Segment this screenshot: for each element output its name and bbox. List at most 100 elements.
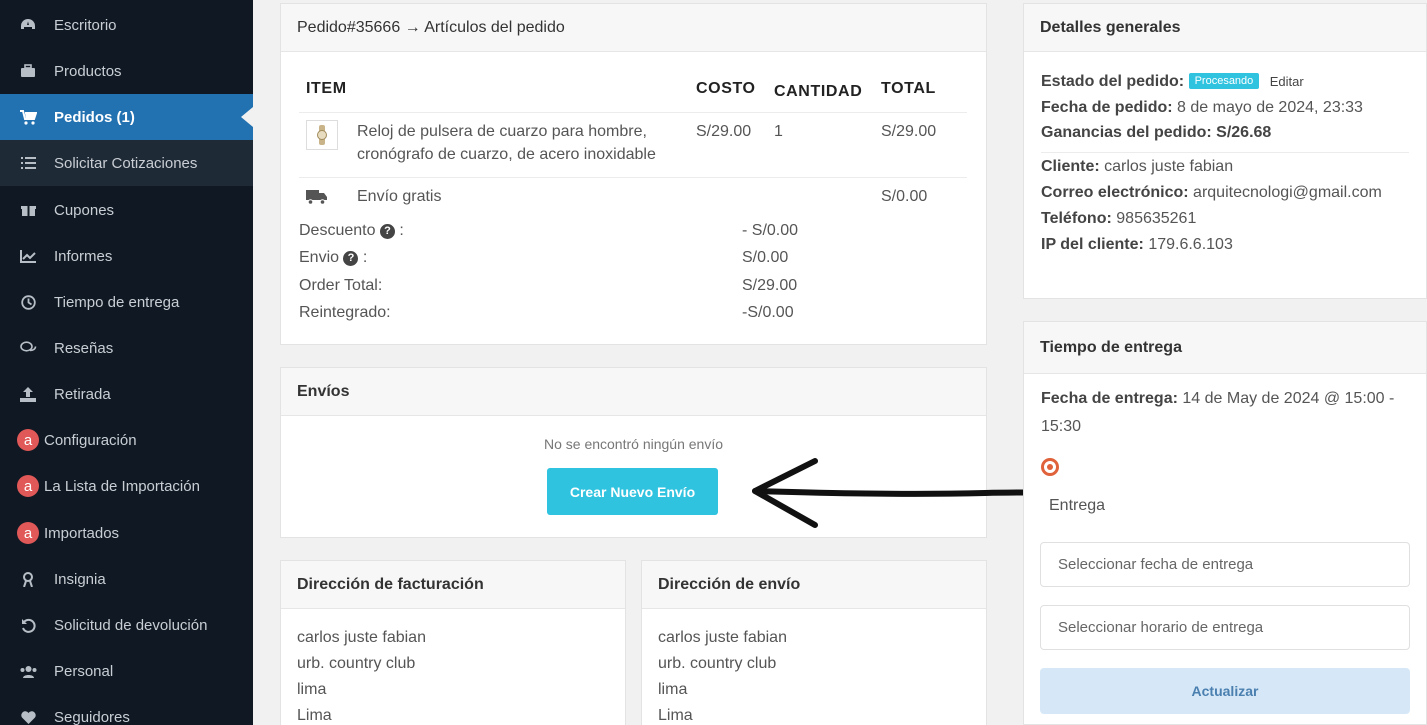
sidebar: Escritorio Productos Pedidos (1) Solicit… (0, 0, 253, 725)
order-items-panel: Pedido#35666 → Artículos del pedido (280, 3, 987, 345)
delivery-date-input[interactable]: Seleccionar fecha de entrega (1040, 542, 1410, 587)
discount-row: Descuento ? : (299, 222, 404, 239)
sidebar-item-label: Tiempo de entrega (54, 293, 180, 311)
earnings-label: Ganancias del pedido: (1041, 124, 1212, 141)
help-icon[interactable]: ? (343, 251, 359, 266)
refunded-value: -S/0.00 (742, 304, 794, 321)
truck-icon (306, 189, 328, 210)
order-total-label: Order Total: (299, 277, 383, 294)
update-button[interactable]: Actualizar (1040, 668, 1410, 714)
sidebar-item-label: Seguidores (54, 708, 130, 725)
refunded-label: Reintegrado: (299, 304, 391, 321)
product-name-line2[interactable]: cronógrafo de cuarzo, de acero inoxidabl… (357, 146, 656, 164)
sidebar-item-solicitar-cotizaciones[interactable]: Solicitar Cotizaciones (0, 140, 253, 186)
sidebar-item-label: La Lista de Importación (44, 477, 200, 495)
product-cost: S/29.00 (696, 123, 752, 140)
ip-value: 179.6.6.103 (1148, 236, 1233, 253)
ali-icon: a (17, 522, 39, 544)
delivery-time-panel: Tiempo de entrega (1023, 321, 1427, 725)
status-badge: Procesando (1188, 73, 1260, 89)
clock-icon (17, 291, 39, 313)
shipping-total: S/0.00 (881, 188, 928, 205)
phone-label: Teléfono: (1041, 210, 1112, 227)
create-shipment-button[interactable]: Crear Nuevo Envío (547, 468, 718, 515)
col-header-total: TOTAL (881, 80, 936, 97)
delivery-title: Tiempo de entrega (1024, 322, 1426, 374)
product-total: S/29.00 (881, 123, 937, 140)
client-label: Cliente: (1041, 158, 1100, 175)
product-thumbnail[interactable] (306, 120, 338, 150)
sidebar-item-label: Productos (54, 62, 122, 80)
sidebar-item-label: Reseñas (54, 339, 114, 357)
sidebar-item-tiempo-entrega[interactable]: Tiempo de entrega (0, 279, 253, 325)
col-header-qty: CANTIDAD (774, 83, 863, 100)
list-icon (17, 152, 39, 174)
chart-icon (17, 245, 39, 267)
delivery-date-label: Fecha de entrega: (1041, 390, 1178, 407)
sidebar-item-resenas[interactable]: Reseñas (0, 325, 253, 371)
heart-icon (17, 706, 39, 725)
ali-icon: a (17, 475, 39, 497)
shipping-address-line: Lima (658, 707, 693, 724)
sidebar-item-retirada[interactable]: Retirada (0, 371, 253, 417)
sidebar-item-label: Pedidos (1) (54, 108, 135, 126)
discount-label: Descuento (299, 222, 376, 239)
col-header-item: ITEM (306, 80, 347, 97)
email-value[interactable]: arquitecnologi@gmail.com (1193, 184, 1382, 201)
client-row: Cliente: carlos juste fabian (1041, 158, 1233, 176)
sidebar-item-seguidores[interactable]: Seguidores (0, 694, 253, 725)
ali-icon: a (17, 429, 39, 451)
delivery-radio[interactable] (1041, 458, 1059, 476)
shipping-label: Envío gratis (357, 188, 442, 205)
order-status-row: Estado del pedido: Procesando Editar (1041, 73, 1304, 91)
sidebar-item-label: Solicitud de devolución (54, 616, 208, 634)
sidebar-item-pedidos[interactable]: Pedidos (1) (0, 94, 253, 140)
sidebar-item-cupones[interactable]: Cupones (0, 187, 253, 233)
edit-status-link[interactable]: Editar (1270, 74, 1304, 89)
shipping-address-title: Dirección de envío (642, 561, 986, 609)
order-items-title: Pedido#35666 → Artículos del pedido (281, 4, 986, 52)
comments-icon (17, 337, 39, 359)
general-details-title: Detalles generales (1024, 4, 1426, 52)
sidebar-item-label: Importados (44, 524, 120, 542)
order-date-label: Fecha de pedido: (1041, 99, 1173, 116)
delivery-time-input[interactable]: Seleccionar horario de entrega (1040, 605, 1410, 650)
divider (1041, 152, 1409, 153)
sidebar-item-importados[interactable]: a Importados (0, 510, 253, 556)
sidebar-item-escritorio[interactable]: Escritorio (0, 2, 253, 48)
email-label: Correo electrónico: (1041, 184, 1189, 201)
sidebar-item-label: Retirada (54, 385, 111, 403)
delivery-date-line2: 15:30 (1041, 418, 1082, 435)
sidebar-item-label: Escritorio (54, 16, 117, 34)
sidebar-item-productos[interactable]: Productos (0, 48, 253, 94)
earnings-value: S/26.68 (1216, 124, 1272, 141)
col-header-cost: COSTO (696, 80, 756, 97)
email-row: Correo electrónico: arquitecnologi@gmail… (1041, 184, 1382, 202)
billing-title: Dirección de facturación (281, 561, 625, 609)
order-date-row: Fecha de pedido: 8 de mayo de 2024, 23:3… (1041, 99, 1363, 117)
ip-label: IP del cliente: (1041, 236, 1144, 253)
sidebar-item-label: Personal (54, 662, 114, 680)
shipments-title: Envíos (281, 368, 986, 416)
sidebar-item-insignia[interactable]: Insignia (0, 556, 253, 602)
no-shipments-text: No se encontró ningún envío (543, 436, 723, 452)
sidebar-item-configuracion[interactable]: a Configuración (0, 417, 253, 463)
sidebar-item-informes[interactable]: Informes (0, 233, 253, 279)
shipping-address-line: lima (658, 681, 688, 698)
billing-line: lima (297, 681, 327, 698)
radio-dot (1047, 464, 1053, 470)
divider (299, 177, 967, 178)
sidebar-item-personal[interactable]: Personal (0, 648, 253, 694)
billing-line: carlos juste fabian (297, 629, 426, 646)
product-name-line1[interactable]: Reloj de pulsera de cuarzo para hombre, (357, 123, 647, 141)
shipping-address-line: urb. country club (658, 655, 777, 672)
product-qty: 1 (774, 123, 783, 140)
order-status-label: Estado del pedido: (1041, 73, 1185, 90)
general-details-panel: Detalles generales (1023, 3, 1427, 299)
sidebar-item-solicitud-devolucion[interactable]: Solicitud de devolución (0, 602, 253, 648)
sidebar-item-lista-importacion[interactable]: a La Lista de Importación (0, 463, 253, 509)
cart-icon (17, 106, 39, 128)
shipping-cost-label: Envio (299, 249, 340, 266)
help-icon[interactable]: ? (379, 224, 395, 239)
delivery-date-value: 14 de May de 2024 @ 15:00 - (1182, 390, 1395, 407)
